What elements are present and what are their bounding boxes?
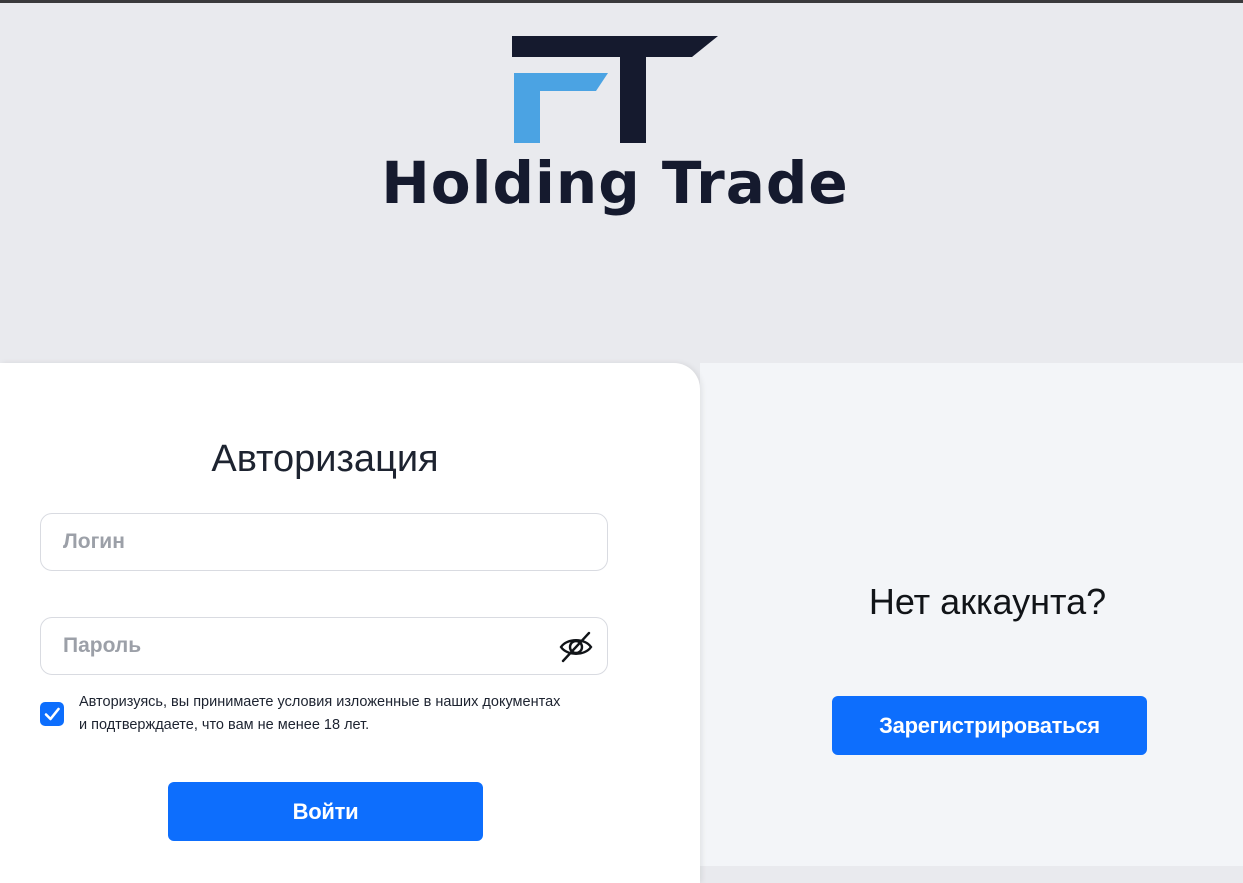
login-field[interactable] [40, 513, 608, 571]
consent-checkbox[interactable] [40, 702, 64, 726]
ft-logo-icon [512, 36, 718, 143]
password-input[interactable] [63, 618, 543, 674]
consent-line-2: и подтверждаете, что вам не менее 18 лет… [79, 717, 370, 733]
register-button[interactable]: Зарегистрироваться [832, 696, 1147, 755]
login-button[interactable]: Войти [168, 782, 483, 841]
register-panel: Нет аккаунта? Зарегистрироваться [700, 363, 1243, 866]
login-card: Авторизация Авторизуясь, вы принимаете у… [0, 363, 700, 883]
login-input[interactable] [63, 514, 543, 570]
header: Holding Trade [0, 3, 1243, 363]
password-field[interactable] [40, 617, 608, 675]
eye-off-icon[interactable] [559, 630, 593, 664]
consent-text: Авторизуясь, вы принимаете условия излож… [79, 691, 619, 737]
login-title: Авторизация [211, 438, 439, 480]
brand-name: Holding Trade [381, 149, 849, 217]
no-account-prompt: Нет аккаунта? [868, 581, 1107, 622]
consent-line-1: Авторизуясь, вы принимаете условия излож… [79, 694, 561, 710]
check-icon [44, 707, 60, 721]
